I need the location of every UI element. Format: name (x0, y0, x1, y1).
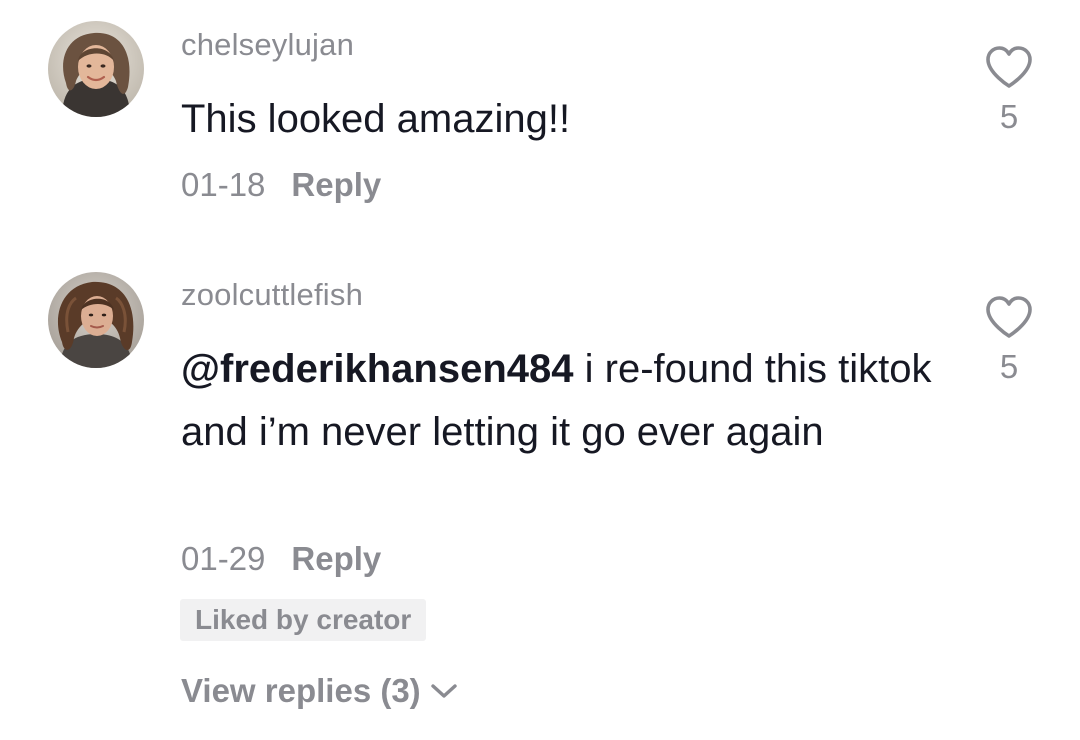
comment-body: This looked amazing!! (181, 97, 571, 141)
comment-meta: 01-18 Reply (181, 166, 381, 204)
comment-username[interactable]: chelseylujan (181, 27, 354, 63)
avatar[interactable] (48, 272, 144, 368)
heart-outline-icon[interactable] (984, 294, 1034, 340)
comment-date: 01-18 (181, 166, 266, 203)
liked-by-creator-badge: Liked by creator (180, 599, 427, 641)
view-replies-label: View replies (3) (181, 672, 421, 709)
reply-button[interactable]: Reply (291, 166, 381, 204)
comment-text: @frederikhansen484 i re-found this tikto… (181, 338, 941, 464)
avatar[interactable] (48, 21, 144, 117)
comment-date: 01-29 (181, 540, 266, 577)
comment-meta: 01-29 Reply (181, 540, 381, 578)
reply-button[interactable]: Reply (291, 540, 381, 578)
comment-item: chelseylujan This looked amazing!! 01-18… (0, 0, 1080, 250)
user-avatar-photo-icon (48, 272, 144, 368)
mention-link[interactable]: @frederikhansen484 (181, 347, 574, 391)
like-group: 5 (968, 294, 1050, 386)
heart-outline-icon[interactable] (984, 44, 1034, 90)
comment-text: This looked amazing!! (181, 88, 941, 151)
comment-item: zoolcuttlefish @frederikhansen484 i re-f… (0, 250, 1080, 740)
view-replies-button[interactable]: View replies (3) (181, 672, 459, 710)
like-group: 5 (968, 44, 1050, 136)
like-count: 5 (999, 98, 1019, 135)
like-count: 5 (999, 348, 1019, 385)
chevron-down-icon (430, 684, 457, 698)
comment-username[interactable]: zoolcuttlefish (181, 277, 363, 313)
user-avatar-photo-icon (48, 21, 144, 117)
